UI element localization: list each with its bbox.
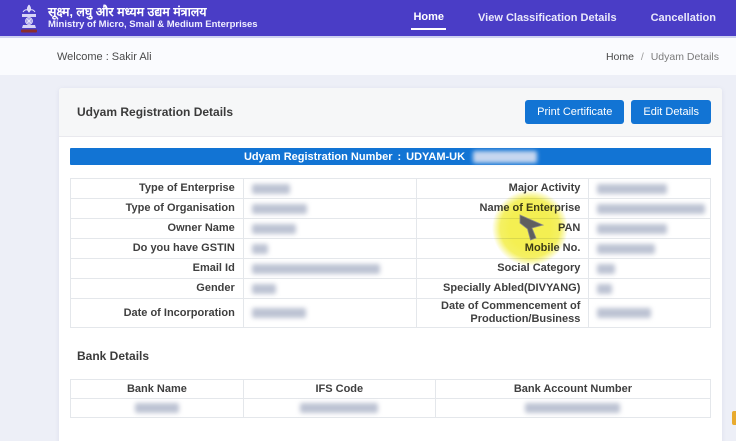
bank-details-title: Bank Details [77, 349, 711, 363]
redacted-value [597, 284, 612, 294]
field-value [589, 239, 711, 259]
field-value [589, 279, 711, 299]
card-body: Udyam Registration Number : UDYAM-UK Typ… [59, 137, 722, 429]
field-label: Social Category [416, 259, 589, 279]
nav-item-cancellation[interactable]: Cancellation [649, 8, 718, 29]
redacted-value [300, 403, 378, 413]
field-label: Specially Abled(DIVYANG) [416, 279, 589, 299]
emblem-motto-band [21, 30, 37, 33]
field-label: PAN [416, 219, 589, 239]
india-emblem-icon [18, 3, 40, 33]
welcome-text: Welcome : Sakir Ali [57, 51, 152, 63]
redacted-value [597, 224, 667, 234]
field-value [435, 399, 710, 418]
redacted-value [252, 224, 296, 234]
welcome-bar: Welcome : Sakir Ali Home / Udyam Details [0, 38, 736, 75]
field-value [589, 219, 711, 239]
ministry-brand: सूक्ष्म, लघु और मध्यम उद्यम मंत्रालय Min… [18, 3, 258, 33]
field-value [243, 199, 416, 219]
redacted-value [252, 264, 380, 274]
field-label: Type of Enterprise [71, 179, 244, 199]
table-row: Email Id Social Category [71, 259, 711, 279]
table-header-row: Bank Name IFS Code Bank Account Number [71, 380, 711, 399]
registration-number-redacted [473, 151, 537, 163]
breadcrumb-current: Udyam Details [651, 51, 719, 63]
field-value [589, 259, 711, 279]
field-value [71, 399, 244, 418]
field-label: Email Id [71, 259, 244, 279]
breadcrumb-home-link[interactable]: Home [606, 51, 634, 63]
card-header: Udyam Registration Details Print Certifi… [59, 88, 722, 137]
column-header-bank-account-number: Bank Account Number [435, 380, 710, 399]
field-label: Date of Incorporation [71, 299, 244, 328]
field-label: Major Activity [416, 179, 589, 199]
redacted-value [252, 204, 307, 214]
field-value [589, 179, 711, 199]
nav-item-view-classification-details[interactable]: View Classification Details [476, 8, 619, 29]
nav-item-home[interactable]: Home [411, 7, 446, 30]
field-value [243, 219, 416, 239]
redacted-value [252, 184, 290, 194]
table-row: Owner Name PAN [71, 219, 711, 239]
redacted-value [252, 244, 268, 254]
redacted-value [597, 244, 655, 254]
table-row: Date of Incorporation Date of Commenceme… [71, 299, 711, 328]
app-header: सूक्ष्म, लघु और मध्यम उद्यम मंत्रालय Min… [0, 0, 736, 38]
table-row [71, 399, 711, 418]
field-value [243, 399, 435, 418]
redacted-value [135, 403, 179, 413]
ministry-name-english: Ministry of Micro, Small & Medium Enterp… [48, 19, 258, 31]
field-value [243, 299, 416, 328]
edit-details-button[interactable]: Edit Details [631, 100, 711, 124]
registration-number-separator: : [397, 151, 401, 163]
field-label: Name of Enterprise [416, 199, 589, 219]
main-nav: Home View Classification Details Cancell… [411, 7, 718, 30]
column-header-bank-name: Bank Name [71, 380, 244, 399]
field-value [243, 279, 416, 299]
redacted-value [597, 184, 667, 194]
redacted-value [252, 308, 306, 318]
edge-widget-button[interactable] [732, 411, 736, 425]
field-label: Mobile No. [416, 239, 589, 259]
breadcrumb: Home / Udyam Details [606, 51, 719, 63]
page-title: Udyam Registration Details [77, 105, 233, 119]
field-value [589, 299, 711, 328]
ministry-name-hindi: सूक्ष्म, लघु और मध्यम उद्यम मंत्रालय [48, 5, 258, 19]
field-label: Type of Organisation [71, 199, 244, 219]
breadcrumb-separator: / [641, 51, 644, 63]
field-label: Date of Commencement of Production/Busin… [416, 299, 589, 328]
registration-number-label: Udyam Registration Number [244, 151, 393, 163]
column-header-ifs-code: IFS Code [243, 380, 435, 399]
registration-details-table: Type of Enterprise Major Activity Type o… [70, 178, 711, 328]
field-value [243, 179, 416, 199]
registration-number-banner: Udyam Registration Number : UDYAM-UK [70, 148, 711, 165]
bank-details-table: Bank Name IFS Code Bank Account Number [70, 379, 711, 418]
redacted-value [597, 308, 651, 318]
field-label: Gender [71, 279, 244, 299]
table-row: Do you have GSTIN Mobile No. [71, 239, 711, 259]
table-row: Type of Organisation Name of Enterprise [71, 199, 711, 219]
field-label: Do you have GSTIN [71, 239, 244, 259]
registration-details-card: Udyam Registration Details Print Certifi… [59, 88, 722, 441]
redacted-value [597, 264, 615, 274]
field-value [243, 259, 416, 279]
table-row: Gender Specially Abled(DIVYANG) [71, 279, 711, 299]
redacted-value [252, 284, 276, 294]
field-value [243, 239, 416, 259]
print-certificate-button[interactable]: Print Certificate [525, 100, 624, 124]
registration-number-visible-value: UDYAM-UK [406, 151, 465, 163]
table-row: Type of Enterprise Major Activity [71, 179, 711, 199]
redacted-value [525, 403, 620, 413]
redacted-value [597, 204, 705, 214]
field-label: Owner Name [71, 219, 244, 239]
field-value [589, 199, 711, 219]
